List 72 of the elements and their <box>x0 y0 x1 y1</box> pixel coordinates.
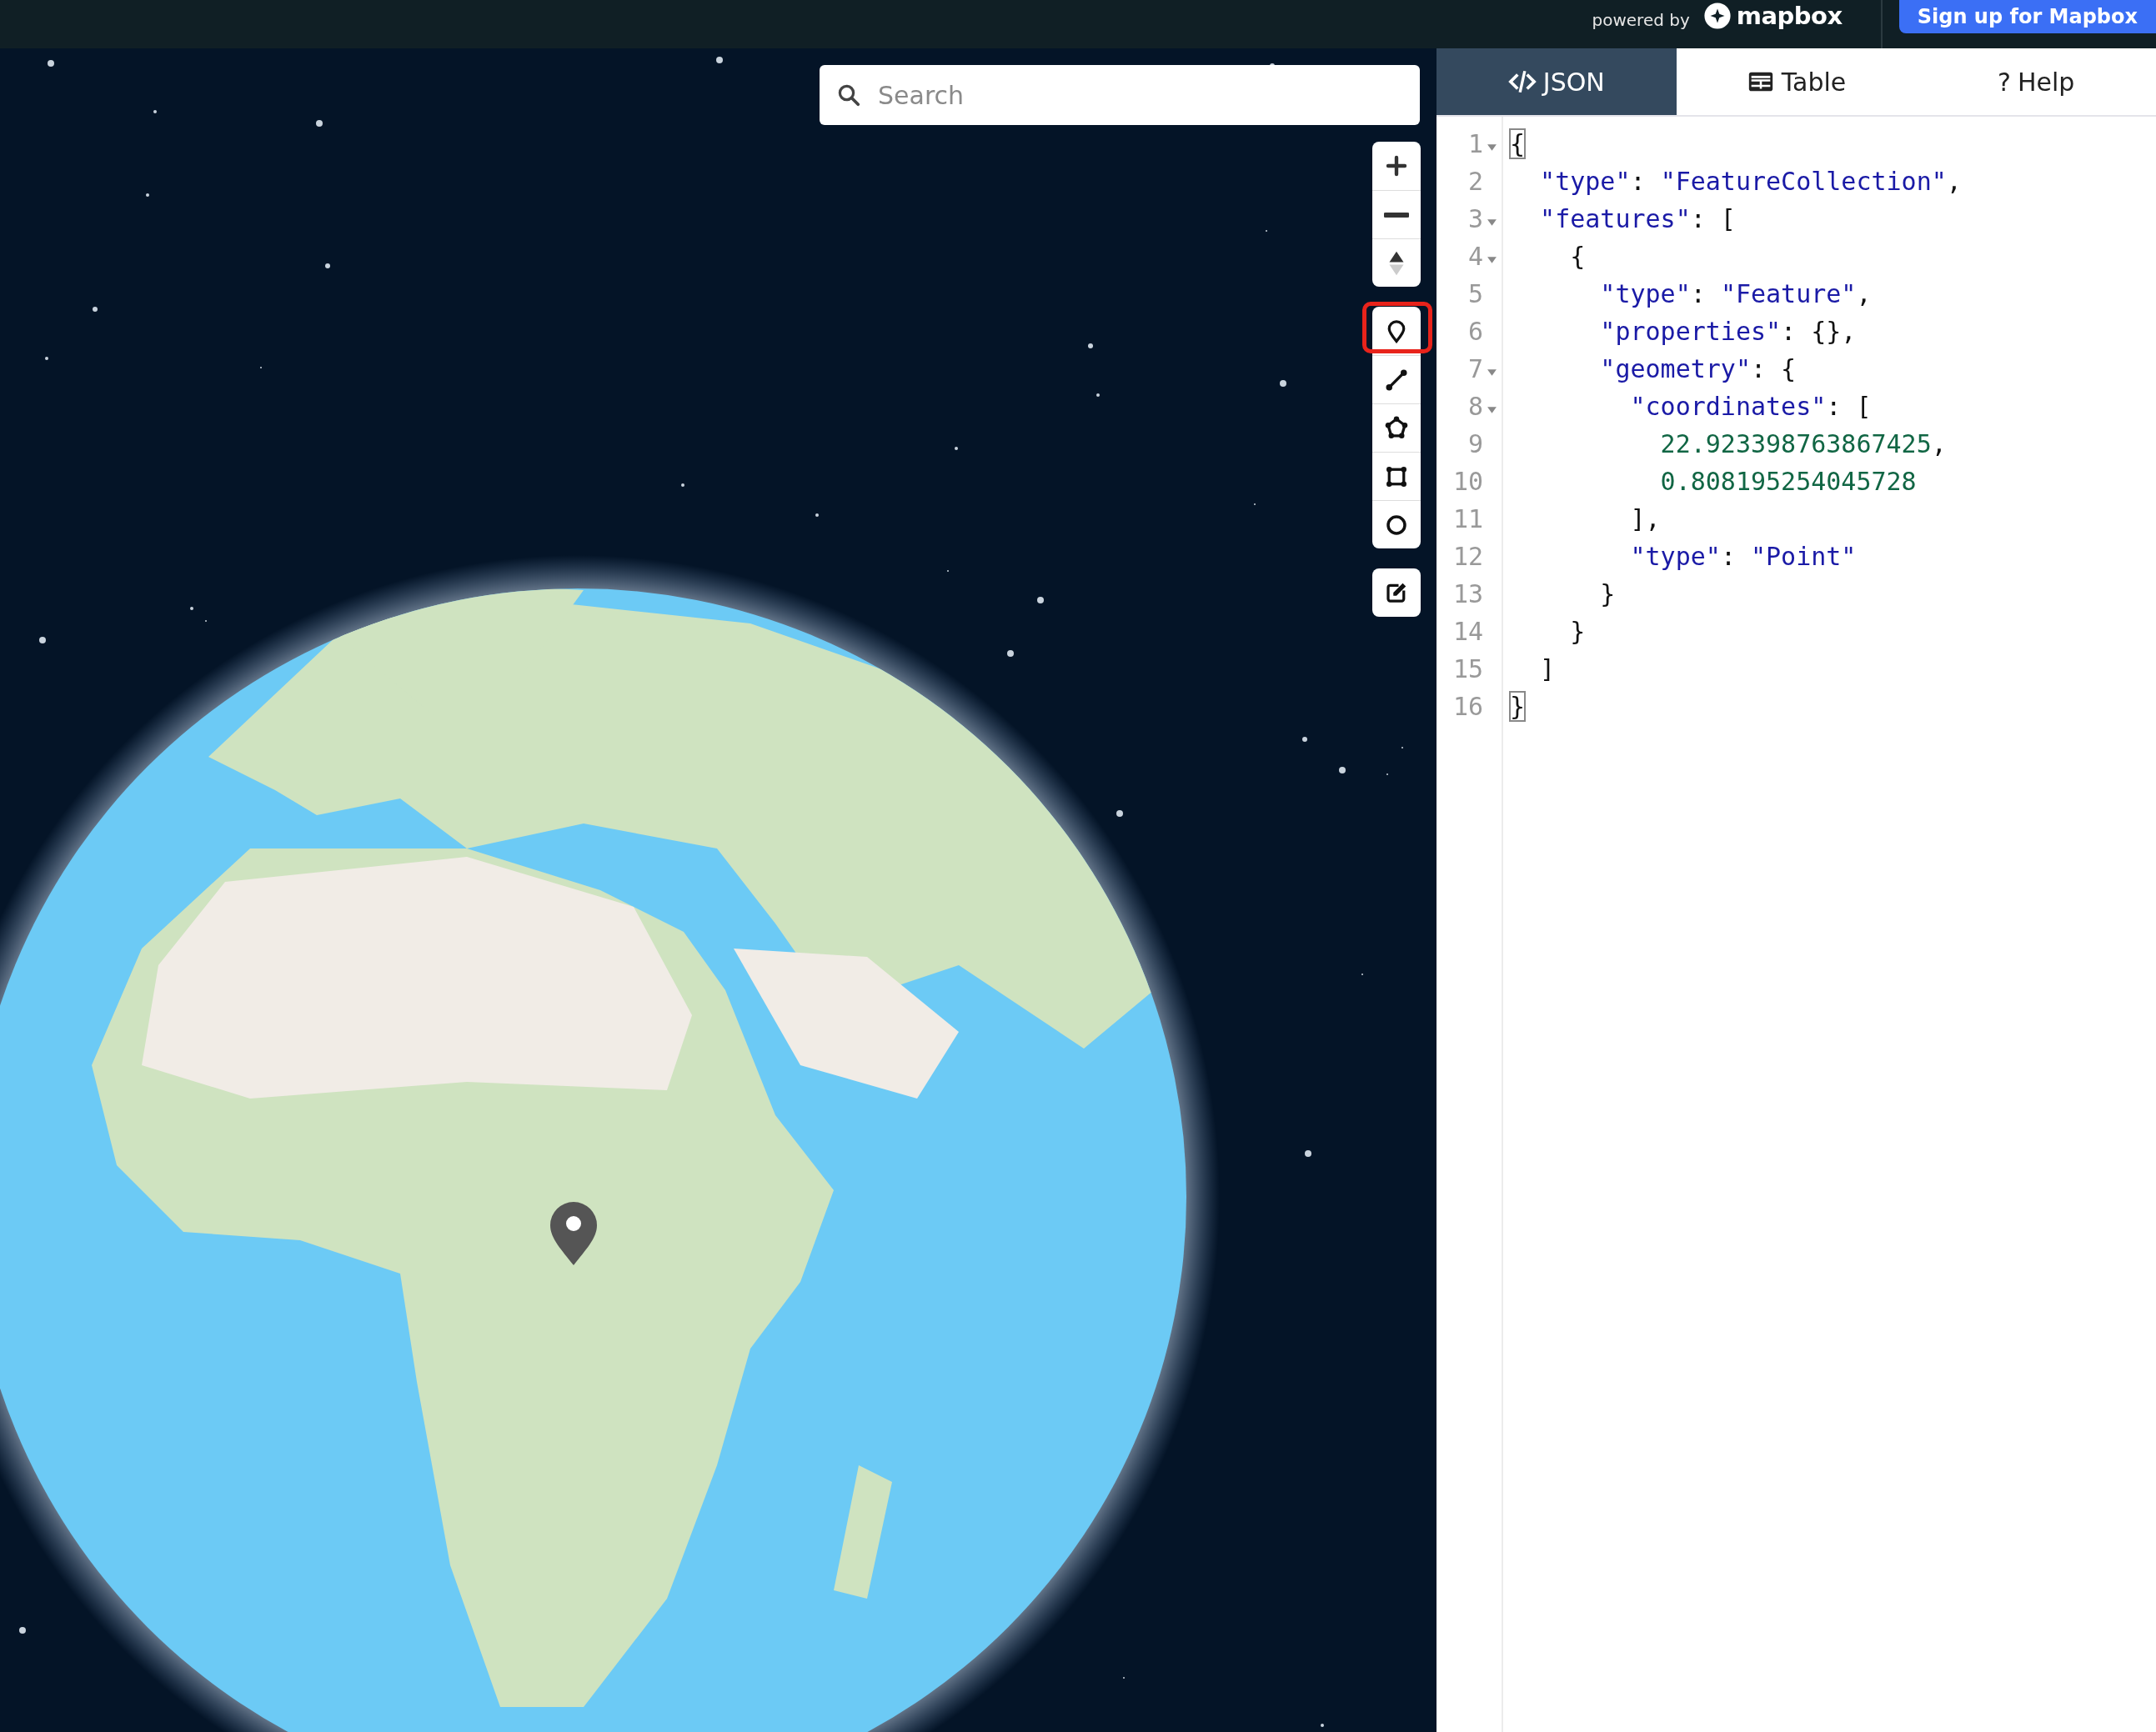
star-dot <box>1037 597 1044 603</box>
code-line: { <box>1510 128 1527 160</box>
star-dot <box>1088 343 1093 348</box>
star-dot <box>190 607 193 610</box>
line-number: 2 <box>1467 167 1483 196</box>
signup-button[interactable]: Sign up for Mapbox <box>1898 0 2156 33</box>
line-number: 11 <box>1452 504 1483 533</box>
star-dot <box>815 513 819 517</box>
star-dot <box>153 110 157 113</box>
code-line: ], <box>1629 503 1662 535</box>
line-number: 10 <box>1452 467 1483 496</box>
line-number: 6 <box>1467 317 1483 346</box>
code-line: "geometry": { <box>1599 353 1798 385</box>
line-number: 12 <box>1452 542 1483 571</box>
code-line: "type": "Point" <box>1629 541 1858 573</box>
star-dot <box>1321 1724 1324 1727</box>
star-dot <box>1096 393 1100 397</box>
line-number: 16 <box>1452 692 1483 721</box>
star-dot <box>48 60 54 67</box>
star-dot <box>681 483 684 487</box>
star-dot <box>45 357 48 360</box>
code-line: } <box>1599 578 1617 610</box>
line-number: 1 <box>1467 129 1483 158</box>
code-line: { <box>1569 241 1587 273</box>
star-dot <box>146 193 149 197</box>
star-dot <box>1007 650 1014 657</box>
star-dot <box>325 263 330 268</box>
search-input[interactable]: Search <box>876 79 1403 111</box>
plus-icon <box>1384 153 1409 178</box>
star-dot <box>716 57 723 63</box>
map-pin-marker[interactable] <box>550 1202 597 1265</box>
star-dot <box>1305 1150 1311 1157</box>
logo-text: mapbox <box>1736 2 1843 30</box>
code-line: } <box>1569 616 1587 648</box>
fold-arrow-icon[interactable] <box>1487 142 1497 153</box>
polygon-icon <box>1384 415 1409 441</box>
code-line: "features": [ <box>1539 203 1737 235</box>
code-line: "type": "Feature", <box>1599 278 1873 310</box>
line-number: 3 <box>1467 204 1483 233</box>
line-number: 9 <box>1467 429 1483 458</box>
line-number: 7 <box>1467 354 1483 383</box>
star-dot <box>1116 810 1123 817</box>
star-dot <box>19 1627 26 1634</box>
fold-arrow-icon[interactable] <box>1487 254 1497 265</box>
search-icon <box>836 83 861 108</box>
line-number: 8 <box>1467 392 1483 421</box>
code-line: "coordinates": [ <box>1629 391 1873 423</box>
fold-arrow-icon[interactable] <box>1487 404 1497 415</box>
code-line: "properties": {}, <box>1599 316 1858 348</box>
star-dot <box>93 307 98 312</box>
code-line: 0.808195254045728 <box>1659 466 1918 498</box>
line-number: 4 <box>1467 242 1483 271</box>
minus-icon <box>1384 211 1409 218</box>
line-number: 5 <box>1467 279 1483 308</box>
code-line: "type": "FeatureCollection", <box>1539 166 1962 198</box>
powered-by-text: powered by <box>1592 10 1690 30</box>
star-dot <box>1280 380 1286 387</box>
star-dot <box>316 120 323 127</box>
code-line: 22.923398763867425, <box>1659 428 1948 460</box>
line-number: 15 <box>1452 654 1483 683</box>
fold-arrow-icon[interactable] <box>1487 367 1497 378</box>
line-number: 14 <box>1452 617 1483 646</box>
panel-tab[interactable]: JSON <box>1436 48 1677 115</box>
star-dot <box>1339 767 1346 773</box>
star-dot <box>955 447 958 450</box>
star-dot <box>39 637 46 643</box>
code-line: } <box>1510 691 1527 723</box>
search-field[interactable]: Search <box>820 65 1420 125</box>
fold-arrow-icon[interactable] <box>1487 217 1497 228</box>
line-number: 13 <box>1452 579 1483 608</box>
star-dot <box>1302 737 1307 742</box>
code-line: ] <box>1539 653 1557 685</box>
